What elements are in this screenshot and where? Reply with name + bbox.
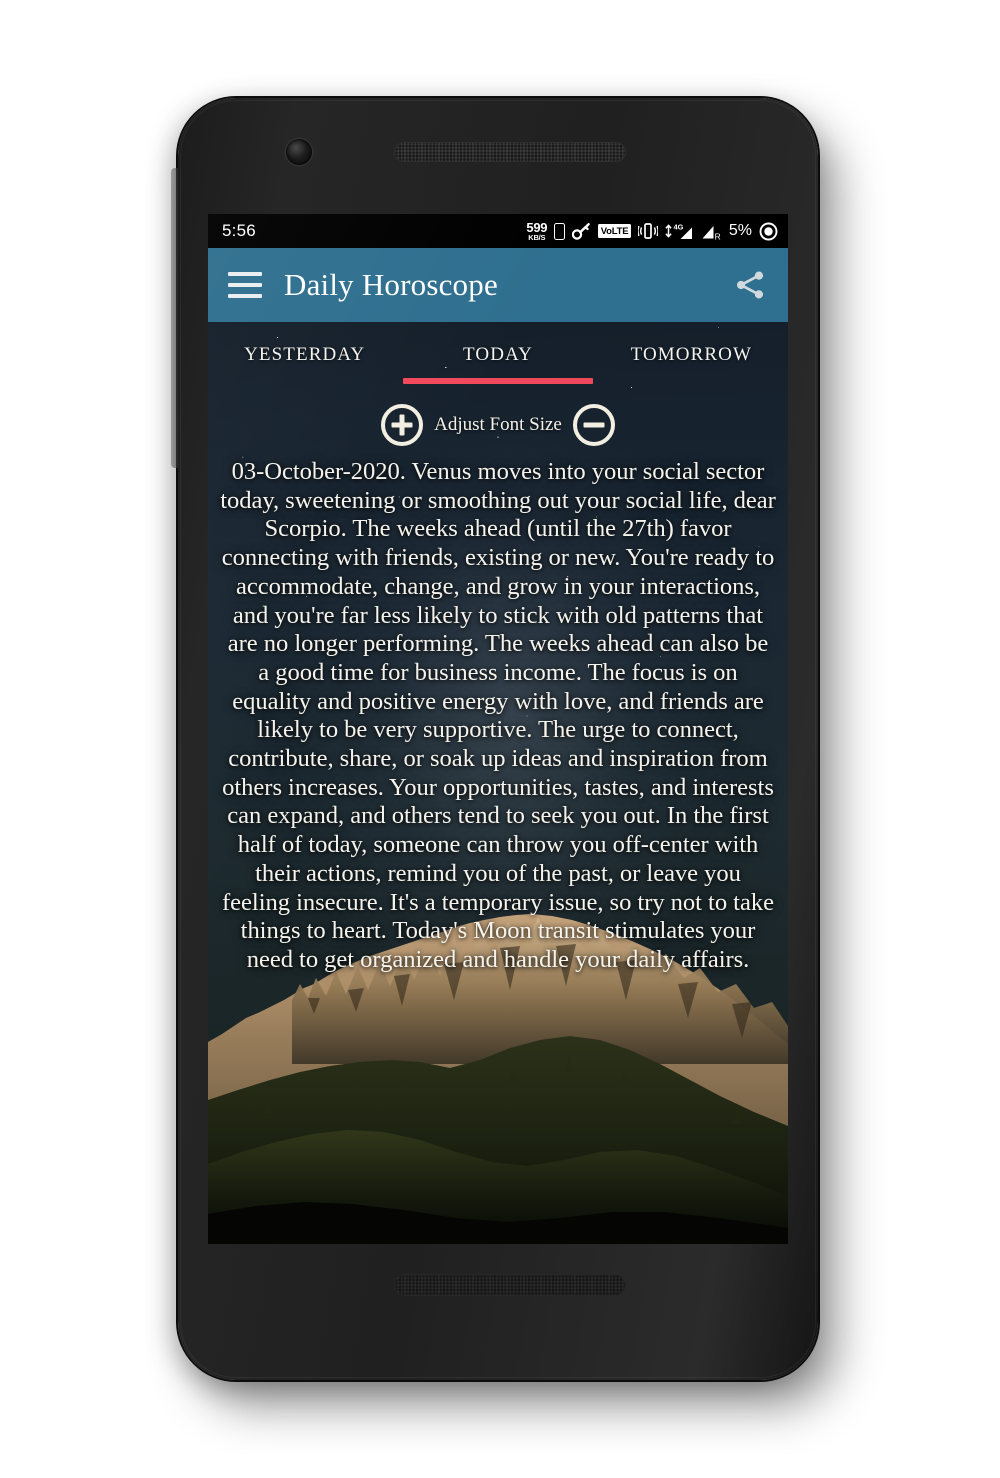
screenshot-stage: 5:56 599 KB/S VoLTE 4G R 5% Daily Horosc…	[0, 0, 1000, 1478]
hamburger-menu-icon[interactable]	[228, 272, 262, 298]
share-icon[interactable]	[730, 265, 770, 305]
app-bar: Daily Horoscope	[208, 248, 788, 322]
tab-label: TODAY	[463, 344, 533, 365]
front-camera-icon	[286, 139, 312, 165]
share-icon-glyph	[736, 271, 764, 299]
earpiece-speaker	[394, 142, 626, 162]
phone-device-frame: 5:56 599 KB/S VoLTE 4G R 5% Daily Horosc…	[171, 98, 818, 1380]
tab-tomorrow[interactable]: TOMORROW	[595, 322, 788, 400]
brightness-icon	[759, 222, 778, 240]
horoscope-text: 03-October-2020. Venus moves into your s…	[220, 458, 776, 973]
status-bar-icons: 599 KB/S VoLTE 4G R 5%	[526, 221, 778, 242]
vibrate-icon	[637, 223, 658, 239]
minus-circle-icon[interactable]	[572, 404, 615, 446]
tab-active-indicator	[402, 378, 593, 384]
hamburger-bar	[228, 294, 262, 298]
font-size-controls: Adjust Font Size	[208, 404, 788, 446]
hamburger-bar	[228, 272, 262, 276]
tab-today[interactable]: TODAY	[401, 322, 594, 400]
status-time: 5:56	[222, 221, 256, 240]
bottom-speaker	[394, 1274, 626, 1296]
svg-text:4G: 4G	[673, 222, 683, 231]
signal-4g-icon: 4G	[665, 222, 692, 239]
roaming-label: R	[714, 231, 720, 241]
network-speed-indicator: 599 KB/S	[526, 221, 547, 242]
tab-label: YESTERDAY	[244, 344, 366, 365]
plus-circle-icon[interactable]	[381, 404, 424, 446]
sim-card-icon	[554, 222, 566, 240]
network-speed-value: 599	[526, 219, 548, 235]
font-size-label: Adjust Font Size	[434, 414, 562, 435]
hamburger-bar	[228, 283, 262, 287]
phone-screen: 5:56 599 KB/S VoLTE 4G R 5% Daily Horosc…	[208, 214, 788, 1244]
signal-roaming-icon: R	[702, 225, 721, 241]
page-title: Daily Horoscope	[284, 267, 498, 302]
status-bar: 5:56 599 KB/S VoLTE 4G R 5%	[208, 214, 788, 248]
battery-percent: 5%	[728, 222, 752, 239]
tab-bar: YESTERDAY TODAY TOMORROW	[208, 322, 788, 400]
app-content-area: Daily Horoscope YESTERDAY TODAY TOMORROW…	[208, 248, 788, 1244]
vpn-key-icon	[572, 223, 591, 240]
volte-badge: VoLTE	[598, 224, 631, 238]
network-speed-unit: KB/S	[528, 232, 546, 242]
tab-label: TOMORROW	[630, 344, 753, 365]
tab-yesterday[interactable]: YESTERDAY	[208, 322, 401, 400]
